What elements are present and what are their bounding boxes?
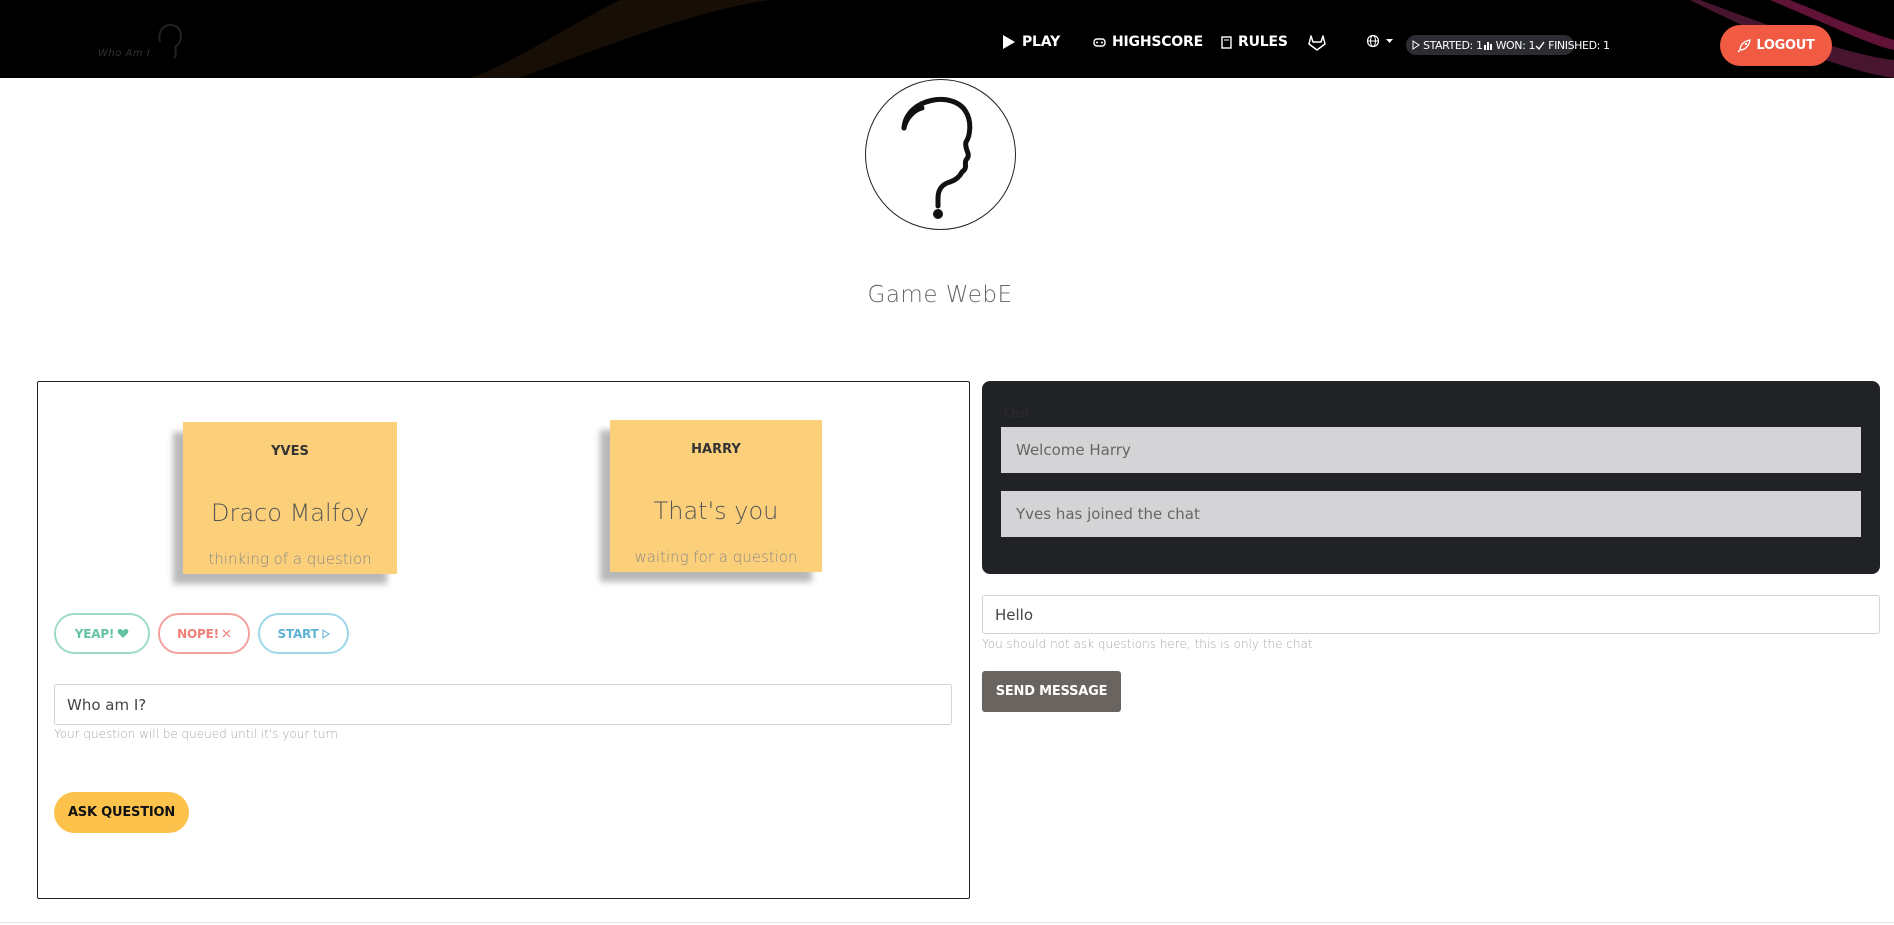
player-card: HARRY That's you waiting for a question	[610, 420, 822, 572]
chat-message: Welcome Harry	[1001, 427, 1861, 473]
stat-won: WON: 1	[1483, 39, 1536, 52]
stat-finished-label: FINISHED: 1	[1548, 38, 1610, 52]
chat-message: Yves has joined the chat	[1001, 491, 1861, 537]
rocket-icon	[1737, 38, 1752, 52]
player-card: YVES Draco Malfoy thinking of a question	[183, 422, 397, 574]
gitlab-icon	[1308, 35, 1326, 51]
page-bottom-divider	[0, 922, 1894, 923]
navbar-background-swoosh	[470, 0, 1894, 78]
player-character: That's you	[653, 497, 779, 525]
nope-button[interactable]: NOPE!	[158, 613, 250, 654]
logout-button[interactable]: LOGOUT	[1720, 25, 1832, 66]
player-status: waiting for a question	[634, 548, 798, 566]
nav-play[interactable]: PLAY	[1002, 34, 1060, 50]
check-icon	[1535, 41, 1545, 50]
stat-started: STARTED: 1	[1412, 39, 1483, 52]
yeap-button[interactable]: YEAP!	[54, 613, 150, 654]
caret-down-icon	[1386, 38, 1393, 43]
nav-gitlab[interactable]	[1308, 34, 1326, 51]
player-character: Draco Malfoy	[211, 499, 369, 527]
brand-logo[interactable]: Who Am I	[98, 18, 188, 68]
nav-play-label: PLAY	[1022, 34, 1061, 50]
brand-head-icon	[158, 23, 183, 59]
player-status: thinking of a question	[208, 550, 372, 568]
globe-icon	[1366, 34, 1380, 48]
language-selector[interactable]	[1366, 34, 1393, 48]
heart-icon	[117, 629, 129, 638]
play-outline-icon	[322, 628, 330, 639]
stat-started-label: STARTED: 1	[1423, 38, 1483, 52]
logout-label: LOGOUT	[1756, 38, 1815, 53]
send-message-button[interactable]: SEND MESSAGE	[982, 671, 1121, 712]
chat-help-text: You should not ask questions here, this …	[982, 637, 1313, 651]
ask-question-button[interactable]: ASK QUESTION	[54, 792, 189, 833]
question-head-icon	[901, 97, 973, 219]
play-icon	[1003, 35, 1015, 49]
user-stats: STARTED: 1 WON: 1 FINISHED: 1	[1406, 35, 1610, 55]
game-title: Game WebE	[867, 282, 1013, 308]
nav-rules-label: RULES	[1238, 34, 1288, 50]
brand-text: Who Am I	[98, 48, 151, 59]
stat-finished: FINISHED: 1	[1535, 39, 1610, 52]
nav-highscore[interactable]: HIGHSCORE	[1093, 34, 1203, 50]
start-button[interactable]: START	[258, 613, 349, 654]
question-help-text: Your question will be queued until it's …	[54, 727, 338, 741]
yeap-label: YEAP!	[74, 626, 115, 641]
nav-highscore-label: HIGHSCORE	[1112, 34, 1203, 50]
nope-label: NOPE!	[177, 626, 219, 641]
question-input[interactable]: Who am I?	[54, 684, 952, 725]
nav-rules[interactable]: RULES	[1221, 34, 1288, 50]
game-logo	[865, 79, 1016, 230]
bar-chart-icon	[1483, 42, 1492, 50]
chat-panel: Chat Welcome Harry Yves has joined the c…	[982, 381, 1880, 574]
close-icon	[222, 629, 231, 638]
chat-input[interactable]: Hello	[982, 595, 1880, 634]
top-navbar: Who Am I PLAY HIGHSCORE RULES STARTED: 1…	[0, 0, 1894, 78]
stat-won-label: WON: 1	[1495, 38, 1536, 52]
player-name: YVES	[271, 444, 309, 459]
play-outline-icon	[1412, 40, 1420, 50]
book-icon	[1221, 35, 1232, 49]
chat-label: Chat	[1004, 407, 1030, 420]
player-name: HARRY	[691, 442, 741, 457]
gamepad-icon	[1093, 38, 1106, 47]
start-label: START	[277, 626, 319, 641]
